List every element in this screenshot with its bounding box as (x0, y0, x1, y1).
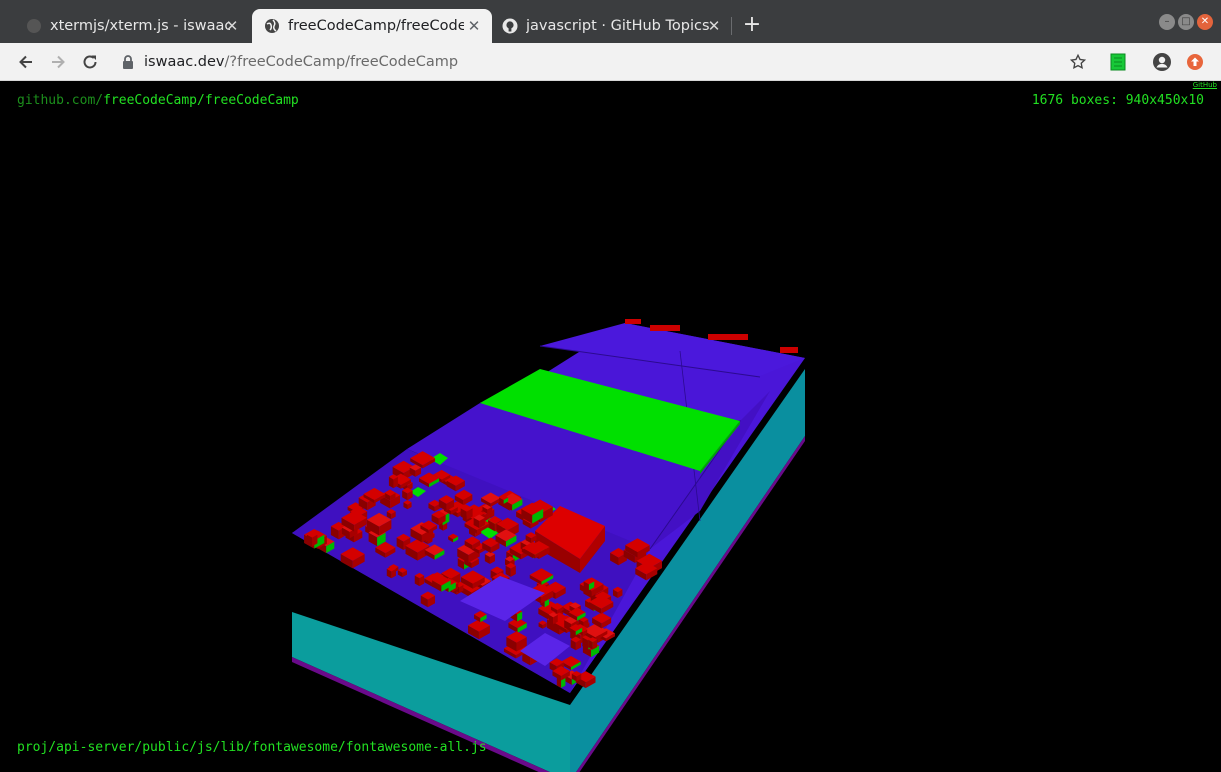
close-icon[interactable]: ✕ (224, 18, 240, 34)
tab-github-topics[interactable]: javascript · GitHub Topics ✕ (492, 9, 732, 43)
back-button[interactable] (13, 49, 39, 75)
reload-icon (83, 55, 97, 69)
profile-avatar-icon[interactable] (1151, 51, 1173, 73)
forward-button[interactable] (45, 49, 71, 75)
new-tab-button[interactable]: + (740, 14, 764, 38)
browser-toolbar: iswaac.dev/?freeCodeCamp/freeCodeCamp (0, 43, 1221, 81)
extension-icon[interactable] (1107, 51, 1129, 73)
address-bar[interactable]: iswaac.dev/?freeCodeCamp/freeCodeCamp (122, 49, 458, 75)
tab-label: javascript · GitHub Topics (526, 18, 710, 34)
tab-label: freeCodeCamp/freeCode (288, 18, 464, 34)
reload-button[interactable] (77, 49, 103, 75)
lock-icon (122, 55, 134, 69)
arrow-left-icon (19, 55, 32, 69)
globe-icon (264, 18, 280, 34)
tab-label: xtermjs/xterm.js - iswaac (50, 18, 230, 34)
bookmark-star-icon[interactable] (1067, 51, 1089, 73)
maximize-button[interactable]: □ (1178, 14, 1194, 30)
file-box (780, 347, 798, 353)
close-window-button[interactable]: ✕ (1197, 14, 1213, 30)
arrow-right-icon (52, 55, 65, 69)
treemap-3d-visualization[interactable] (0, 81, 1221, 772)
file-box (708, 334, 748, 340)
minimize-button[interactable]: – (1159, 14, 1175, 30)
page-canvas[interactable]: github.com/freeCodeCamp/freeCodeCamp 167… (0, 81, 1221, 772)
tab-separator (731, 17, 732, 35)
tab-xterm[interactable]: xtermjs/xterm.js - iswaac ✕ (14, 9, 250, 43)
github-icon (502, 18, 518, 34)
file-box (625, 319, 641, 324)
github-icon (26, 18, 42, 34)
close-icon[interactable]: ✕ (706, 18, 722, 34)
browser-title-bar: xtermjs/xterm.js - iswaac ✕ freeCodeCamp… (0, 0, 1221, 43)
url-host: iswaac.dev (144, 54, 225, 70)
update-menu-icon[interactable] (1184, 51, 1206, 73)
url-path: /?freeCodeCamp/freeCodeCamp (224, 54, 459, 70)
tab-freecodecamp[interactable]: freeCodeCamp/freeCode ✕ (252, 9, 492, 43)
file-box (650, 325, 680, 331)
selected-file-path: proj/api-server/public/js/lib/fontawesom… (17, 740, 487, 755)
close-icon[interactable]: ✕ (466, 18, 482, 34)
